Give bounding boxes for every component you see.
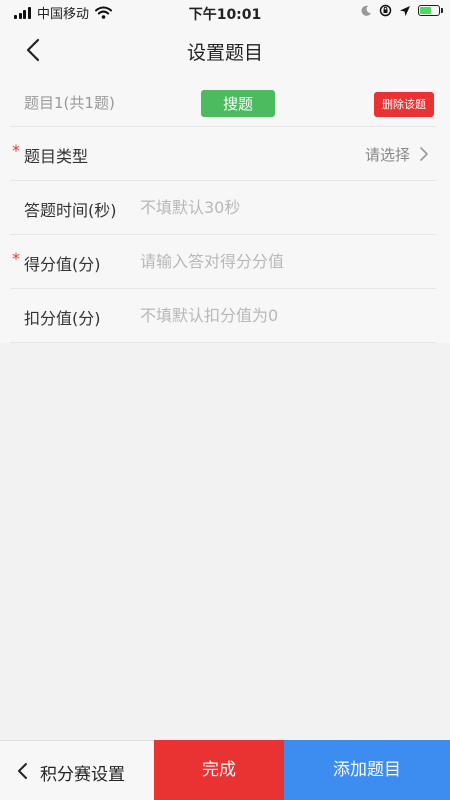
moon-icon — [361, 5, 371, 16]
location-icon — [400, 5, 410, 16]
score-label: 得分值(分) — [24, 255, 101, 274]
rotation-lock-icon — [379, 4, 392, 17]
bottom-bar: 积分赛设置 完成 添加题目 — [0, 740, 450, 800]
battery-level — [420, 7, 431, 14]
chevron-left-icon — [18, 763, 27, 779]
search-question-button[interactable]: 搜题 — [201, 90, 275, 117]
question-type-row[interactable]: * 题目类型 请选择 — [10, 127, 436, 181]
delete-question-button[interactable]: 删除该题 — [374, 92, 434, 117]
answer-time-row: 答题时间(秒) — [10, 181, 436, 235]
page-title: 设置题目 — [186, 42, 263, 64]
question-header: 题目1(共1题) 搜题 删除该题 — [10, 74, 436, 127]
back-to-settings-label: 积分赛设置 — [40, 765, 125, 785]
answer-time-label: 答题时间(秒) — [24, 201, 117, 220]
question-type-label: 题目类型 — [24, 147, 89, 166]
score-input[interactable] — [140, 245, 420, 277]
question-form: 题目1(共1题) 搜题 删除该题 * 题目类型 请选择 答题时间(秒) * 得分… — [0, 74, 450, 343]
required-mark: * — [12, 249, 20, 268]
deduct-input[interactable] — [140, 299, 420, 331]
required-mark: * — [12, 141, 20, 160]
answer-time-input[interactable] — [140, 191, 420, 223]
add-question-button[interactable]: 添加题目 — [284, 740, 450, 800]
nav-bar: 设置题目 — [0, 26, 450, 74]
question-type-value: 请选择 — [364, 146, 410, 164]
done-button[interactable]: 完成 — [154, 740, 284, 800]
battery-icon — [418, 5, 443, 16]
deduct-row: 扣分值(分) — [10, 289, 436, 343]
deduct-label: 扣分值(分) — [24, 309, 101, 328]
score-row: * 得分值(分) — [10, 235, 436, 289]
status-right — [353, 4, 443, 17]
chevron-right-icon — [420, 147, 428, 161]
status-bar: 中国移动 下午10:01 — [0, 0, 450, 26]
back-to-settings-button[interactable]: 积分赛设置 — [0, 740, 154, 800]
question-index: 题目1(共1题) — [24, 94, 115, 112]
